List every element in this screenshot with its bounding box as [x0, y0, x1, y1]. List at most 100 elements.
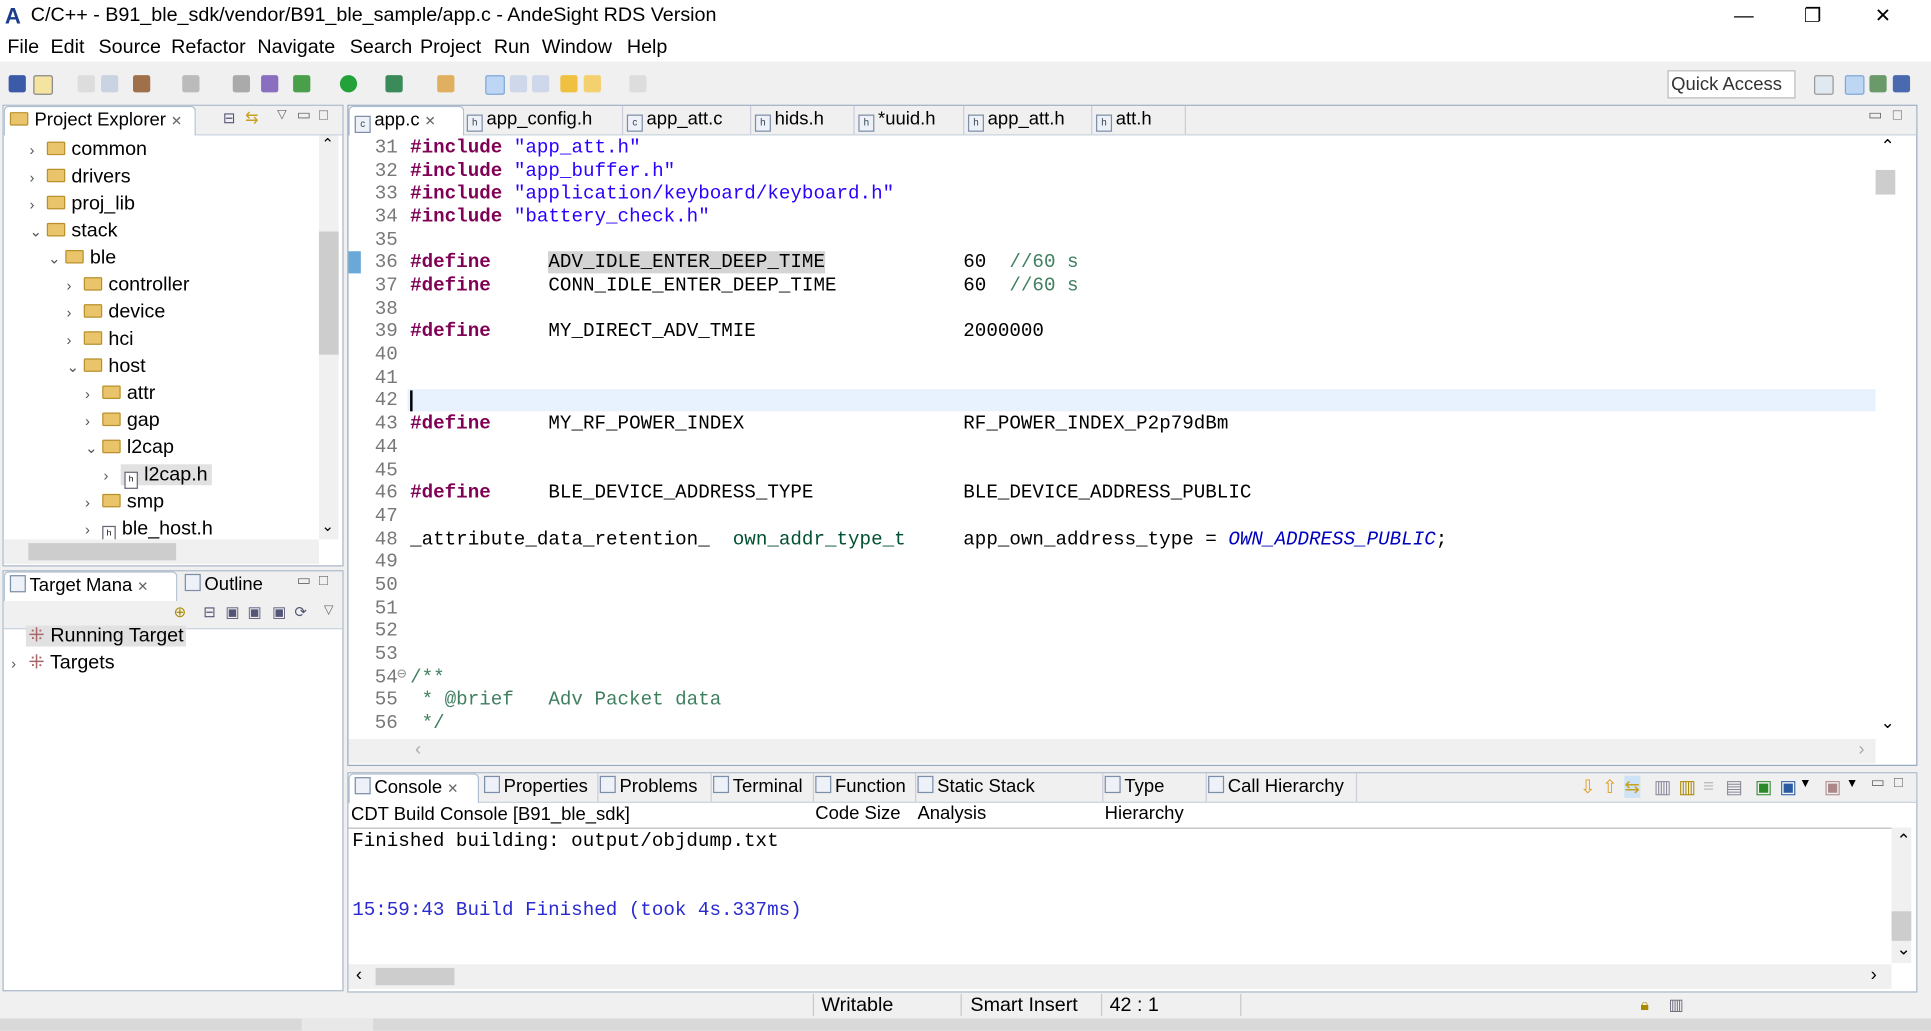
pin-lock-icon[interactable]: ▥: [1679, 776, 1696, 798]
console-tab[interactable]: Console ✕: [348, 773, 480, 803]
maximize-view-icon[interactable]: □: [1894, 773, 1903, 790]
build-icon[interactable]: [133, 75, 151, 93]
run-config-icon[interactable]: [385, 75, 403, 93]
save-all-icon[interactable]: [100, 75, 119, 93]
back-icon[interactable]: [583, 75, 601, 93]
cpp-perspective-icon[interactable]: [1844, 75, 1865, 95]
tree-item[interactable]: › hci: [67, 326, 134, 353]
editor-tab[interactable]: h app_att.h: [963, 105, 1093, 135]
chevron-down-icon[interactable]: ⌄: [48, 245, 65, 272]
editor-vertical-scrollbar[interactable]: ⌃ ⌄: [1875, 135, 1896, 739]
chevron-down-icon[interactable]: ⌄: [85, 435, 102, 462]
console-tab[interactable]: Function Code Size: [810, 773, 917, 824]
editor-tab[interactable]: h att.h: [1091, 105, 1186, 135]
tree-horizontal-scrollbar[interactable]: [3, 539, 319, 565]
chevron-right-icon[interactable]: ›: [30, 164, 47, 191]
andes-perspective-icon[interactable]: [1892, 75, 1911, 93]
editor-tab[interactable]: h app_config.h: [462, 105, 624, 135]
editor-tab[interactable]: c app.c ✕: [348, 105, 465, 136]
tree-item[interactable]: › h ble_host.h: [85, 516, 213, 540]
fold-toggle-icon[interactable]: ⊖: [397, 667, 407, 681]
minimize-view-icon[interactable]: ▭: [1871, 773, 1885, 790]
chevron-right-icon[interactable]: ›: [67, 299, 84, 326]
console-vertical-scrollbar[interactable]: ⌃ ⌄: [1891, 827, 1912, 964]
tab-project-explorer[interactable]: Project Explorer ✕: [3, 105, 196, 136]
menu-file[interactable]: File: [7, 37, 39, 59]
chevron-right-icon[interactable]: ›: [85, 489, 102, 516]
menu-edit[interactable]: Edit: [50, 37, 84, 59]
restore-button[interactable]: ❐: [1788, 2, 1837, 32]
tree-item[interactable]: ⌄ l2cap: [85, 435, 174, 462]
editor-horizontal-scrollbar[interactable]: ‹ ›: [348, 738, 1876, 764]
mark-occurrences-icon[interactable]: [485, 75, 505, 95]
scroll-up-icon[interactable]: ⌃: [321, 135, 333, 152]
chevron-right-icon[interactable]: ›: [30, 137, 47, 164]
pen-icon[interactable]: [437, 75, 455, 93]
minimize-view-icon[interactable]: ▭: [1868, 106, 1882, 123]
view-menu-icon[interactable]: ▽: [277, 108, 286, 122]
settings-icon[interactable]: ▣: [272, 603, 286, 620]
menu-window[interactable]: Window: [542, 37, 612, 59]
last-edit-icon[interactable]: [560, 75, 578, 93]
new-icon[interactable]: [33, 75, 53, 95]
close-icon[interactable]: ✕: [447, 782, 458, 797]
open-dropdown-icon[interactable]: ▼: [1846, 777, 1858, 791]
close-button[interactable]: ✕: [1858, 2, 1907, 32]
menu-navigate[interactable]: Navigate: [257, 37, 335, 59]
tree-item[interactable]: › gap: [85, 408, 160, 435]
menu-search[interactable]: Search: [350, 37, 412, 59]
run-icon[interactable]: [339, 75, 358, 93]
sync-icon[interactable]: ⟳: [294, 603, 306, 620]
menu-run[interactable]: Run: [494, 37, 530, 59]
menu-refactor[interactable]: Refactor: [171, 37, 245, 59]
refresh-icon[interactable]: ▣: [225, 603, 239, 620]
console-tab[interactable]: Problems: [595, 773, 712, 802]
menu-help[interactable]: Help: [627, 37, 668, 59]
new-connection-icon[interactable]: ⊕: [174, 603, 186, 620]
console-tab[interactable]: Properties: [479, 773, 599, 802]
tab-outline[interactable]: Outline: [180, 571, 283, 599]
debug-perspective-icon[interactable]: [1869, 75, 1887, 93]
tree-item[interactable]: ⌄ stack: [30, 218, 118, 245]
maximize-view-icon[interactable]: □: [319, 106, 328, 123]
scroll-lock-icon[interactable]: ▥: [1654, 776, 1671, 798]
console-tab[interactable]: Static Stack Analysis: [913, 773, 1104, 824]
display-console-icon[interactable]: ▣: [1780, 776, 1797, 798]
chevron-right-icon[interactable]: ›: [11, 650, 28, 677]
close-icon[interactable]: ✕: [425, 115, 436, 130]
scroll-left-icon[interactable]: ‹: [356, 964, 362, 985]
tree-item[interactable]: › attr: [85, 381, 155, 408]
close-icon[interactable]: ✕: [171, 115, 182, 130]
console-output[interactable]: Finished building: output/objdump.txt 15:…: [348, 827, 1892, 965]
menu-project[interactable]: Project: [420, 37, 481, 59]
scroll-right-icon[interactable]: ›: [1871, 964, 1877, 985]
chevron-right-icon[interactable]: ›: [67, 272, 84, 299]
target-icon[interactable]: [261, 75, 279, 93]
console-tab[interactable]: Call Hierarchy: [1203, 773, 1358, 802]
close-icon[interactable]: ✕: [137, 580, 148, 595]
menu-source[interactable]: Source: [99, 37, 161, 59]
save-icon[interactable]: [77, 75, 95, 93]
chevron-down-icon[interactable]: ⌄: [67, 353, 84, 380]
minimize-view-icon[interactable]: ▭: [297, 106, 311, 123]
editor-tab[interactable]: h *uuid.h: [853, 105, 965, 135]
tree-item[interactable]: › device: [67, 299, 166, 326]
scroll-thumb[interactable]: [1891, 911, 1912, 941]
open-console-icon[interactable]: ▣: [1824, 776, 1841, 798]
maximize-view-icon[interactable]: □: [1893, 106, 1902, 123]
view-menu-icon[interactable]: ▽: [324, 603, 333, 617]
tree-item[interactable]: ⌄ host: [67, 353, 146, 380]
editor-tab[interactable]: h hids.h: [750, 105, 855, 135]
target-item-running[interactable]: ⁜ Running Target: [25, 623, 187, 650]
scroll-down-icon[interactable]: ⌄: [1881, 712, 1895, 733]
editor-tab[interactable]: c app_att.c: [622, 105, 752, 135]
forward-icon[interactable]: [629, 75, 647, 93]
pin-console-icon[interactable]: ▣: [1755, 776, 1772, 798]
scroll-thumb[interactable]: [1875, 169, 1896, 195]
lock-icon[interactable]: 🔒︎: [1640, 995, 1649, 1015]
console-horizontal-scrollbar[interactable]: ‹ ›: [348, 964, 1892, 989]
scroll-down-icon[interactable]: ⌄: [321, 517, 333, 534]
tree-item[interactable]: › smp: [85, 489, 164, 516]
link-editor-icon[interactable]: ⇆: [245, 108, 258, 128]
scroll-up-icon[interactable]: ⌃: [1881, 135, 1895, 156]
